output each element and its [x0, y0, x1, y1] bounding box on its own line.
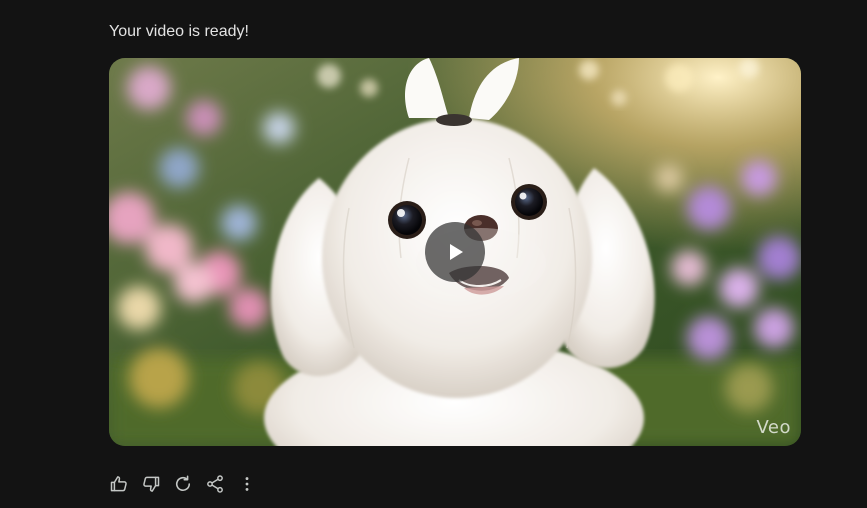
- more-options-button[interactable]: [234, 471, 260, 497]
- regenerate-button[interactable]: [170, 471, 196, 497]
- thumbs-up-icon: [110, 476, 127, 492]
- more-options-icon: [245, 477, 249, 491]
- response-message: Your video is ready!: [109, 23, 249, 40]
- veo-watermark: Veo: [756, 417, 791, 438]
- play-icon: [450, 244, 463, 260]
- share-button[interactable]: [202, 471, 228, 497]
- play-button[interactable]: [425, 222, 485, 282]
- share-icon: [207, 475, 223, 493]
- thumbs-down-icon: [143, 476, 160, 492]
- thumbs-up-button[interactable]: [106, 471, 132, 497]
- video-player[interactable]: Veo: [109, 58, 801, 446]
- regenerate-icon: [175, 475, 191, 492]
- page: Your video is ready! Veo: [0, 0, 867, 508]
- response-actions: [106, 470, 266, 498]
- thumbs-down-button[interactable]: [138, 471, 164, 497]
